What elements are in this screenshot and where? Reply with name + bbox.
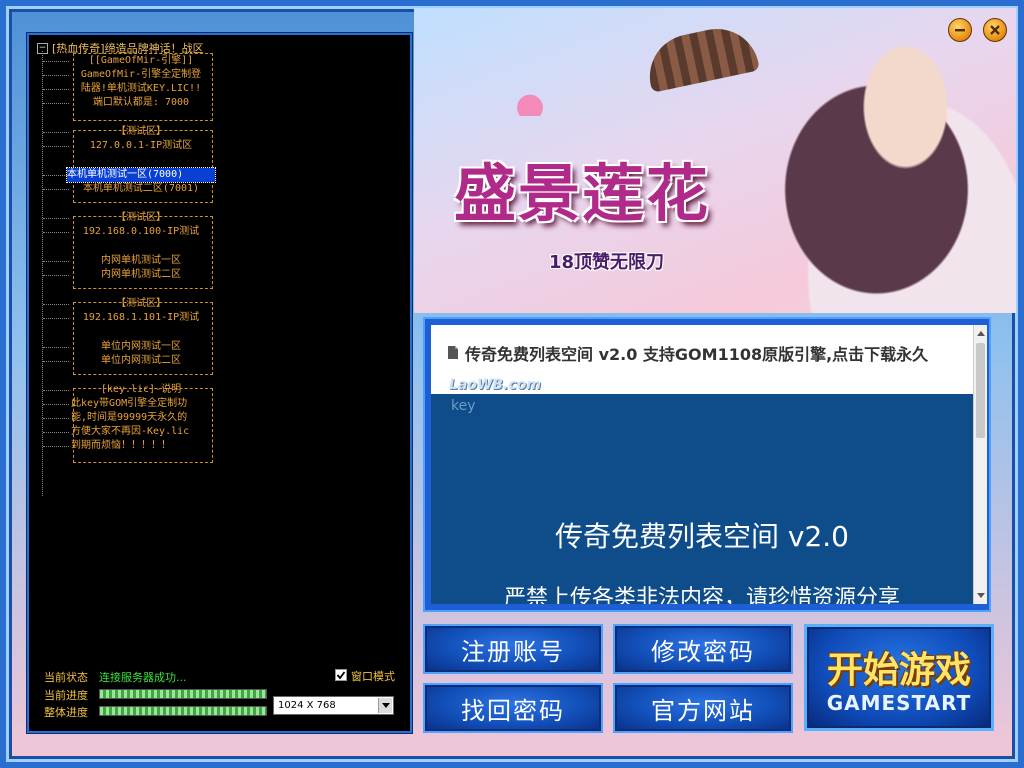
tree-branch: [43, 218, 69, 220]
current-progress-label: 当前进度: [44, 689, 88, 702]
minimize-button[interactable]: [948, 18, 972, 42]
game-logo-subtitle: 18顶赞无限刀: [549, 252, 665, 273]
tree-item[interactable]: 【测试区】: [71, 211, 211, 225]
scroll-thumb[interactable]: [976, 343, 985, 438]
tree-branch: [43, 318, 69, 320]
tree-item[interactable]: [key.lic]-说明: [71, 383, 211, 397]
tree-branch: [43, 146, 69, 148]
tree-item[interactable]: 此key带GOM引擎全定制功: [71, 397, 211, 411]
hero-banner: 盛景莲花 18顶赞无限刀: [414, 8, 1016, 313]
tree-item[interactable]: 192.168.0.100-IP测试: [71, 225, 211, 239]
tree-branch: [43, 75, 69, 77]
tree-item[interactable]: 陆器!单机测试KEY.LIC!!: [71, 82, 211, 96]
tree-guide-line: [42, 51, 44, 496]
tree-item[interactable]: 到期而烦恼！！！！！: [71, 439, 211, 453]
tree-branch: [43, 132, 69, 134]
news-scrollbar[interactable]: [973, 325, 987, 604]
minus-icon: [955, 29, 965, 32]
status-label: 当前状态: [44, 671, 88, 684]
game-logo-title: 盛景莲花: [454, 157, 711, 230]
tree-branch: [43, 390, 69, 392]
document-icon: [447, 345, 459, 360]
x-icon: [990, 25, 1000, 35]
tree-item[interactable]: 【测试区】: [71, 125, 211, 139]
tree-branch: [43, 361, 69, 363]
tree-branch: [43, 175, 69, 177]
tree-branch: [43, 189, 69, 191]
check-icon: [336, 671, 346, 680]
official-site-button[interactable]: 官方网站: [613, 683, 793, 733]
tree-branch: [43, 103, 69, 105]
lotus-decoration: [514, 88, 546, 116]
overall-progress-bar: [99, 706, 267, 716]
tree-branch: [43, 261, 69, 263]
tree-item[interactable]: 内网单机测试二区: [71, 268, 211, 282]
tree-item[interactable]: 方便大家不再因-Key.lic: [71, 425, 211, 439]
news-panel: 传奇免费列表空间 v2.0 支持GOM1108原版引擎,点击下载永久 LaoWB…: [423, 317, 991, 612]
register-button[interactable]: 注册账号: [423, 624, 603, 674]
tree-item[interactable]: 本机单机测试二区(7001): [71, 182, 211, 196]
tree-item[interactable]: [[GameOfMir-引擎]]: [71, 54, 211, 68]
tree-branch: [43, 232, 69, 234]
news-key-text: key: [451, 398, 476, 414]
tree-item[interactable]: 127.0.0.1-IP测试区: [71, 139, 211, 153]
tree-item[interactable]: 端口默认都是: 7000: [71, 96, 211, 110]
scroll-up-icon[interactable]: [974, 327, 987, 340]
start-game-label: 开始游戏: [826, 650, 971, 691]
tree-branch: [43, 432, 69, 434]
tree-item[interactable]: GameOfMir-引擎全定制登: [71, 68, 211, 82]
status-value: 连接服务器成功...: [99, 671, 187, 684]
tree-item[interactable]: 192.168.1.101-IP测试: [71, 311, 211, 325]
tree-branch: [43, 418, 69, 420]
news-header-link[interactable]: 传奇免费列表空间 v2.0 支持GOM1108原版引擎,点击下载永久: [431, 325, 973, 380]
tree-branch: [43, 275, 69, 277]
window-mode-label: 窗口模式: [351, 670, 395, 683]
recover-password-button[interactable]: 找回密码: [423, 683, 603, 733]
tree-branch: [43, 347, 69, 349]
umbrella-decoration: [642, 21, 760, 93]
tree-item[interactable]: 内网单机测试一区: [71, 254, 211, 268]
news-watermark: LaoWB.com: [449, 377, 541, 393]
news-text: 严禁上传各类非法内容，请珍惜资源分享: [503, 586, 900, 604]
start-game-sublabel: GAMESTART: [826, 691, 972, 715]
news-title: 传奇免费列表空间 v2.0: [554, 520, 849, 553]
server-tree-panel: − [热血传奇]缔造品牌神话！战区 [[GameOfMir-引擎]] GameO…: [27, 33, 412, 733]
dropdown-arrow-icon[interactable]: [378, 698, 392, 713]
current-progress-bar: [99, 689, 267, 699]
tree-branch: [43, 404, 69, 406]
tree-branch: [43, 304, 69, 306]
tree-item[interactable]: 【测试区】: [71, 297, 211, 311]
overall-progress-label: 整体进度: [44, 706, 88, 719]
tree-branch: [43, 61, 69, 63]
tree-item[interactable]: 单位内网测试一区: [71, 340, 211, 354]
resolution-value: 1024 X 768: [278, 700, 336, 711]
start-game-button[interactable]: 开始游戏 GAMESTART: [804, 624, 994, 731]
news-content[interactable]: 传奇免费列表空间 v2.0 支持GOM1108原版引擎,点击下载永久 LaoWB…: [431, 325, 973, 604]
window-mode-checkbox[interactable]: [335, 669, 347, 681]
tree-branch: [43, 446, 69, 448]
news-header-text: 传奇免费列表空间 v2.0 支持GOM1108原版引擎,点击下载永久: [465, 344, 929, 364]
resolution-select[interactable]: 1024 X 768: [273, 696, 394, 715]
close-button[interactable]: [983, 18, 1007, 42]
tree-item-selected[interactable]: 本机单机测试一区(7000): [66, 167, 216, 183]
tree-item[interactable]: 单位内网测试二区: [71, 354, 211, 368]
scroll-down-icon[interactable]: [974, 589, 987, 602]
tree-item[interactable]: 能,时间是99999天永久的: [71, 411, 211, 425]
change-password-button[interactable]: 修改密码: [613, 624, 793, 674]
tree-branch: [43, 89, 69, 91]
